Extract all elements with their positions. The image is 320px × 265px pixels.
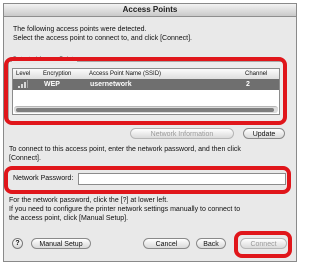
footer-line-2: If you need to configure the printer net… (9, 206, 241, 213)
footer-line-1: For the network password, click the [?] … (9, 197, 169, 204)
column-header-encryption[interactable]: Encryption (43, 70, 71, 78)
signal-bars-icon (18, 80, 28, 91)
intro-line-1: The following access points were detecte… (13, 26, 147, 33)
connect-button[interactable]: Connect (240, 238, 287, 249)
group-label: Detected Access Points (12, 57, 78, 64)
column-header-channel[interactable]: Channel (245, 70, 267, 78)
manual-setup-button[interactable]: Manual Setup (31, 238, 91, 249)
table-row[interactable]: WEP usernetwork 2 (13, 79, 279, 90)
cancel-button[interactable]: Cancel (143, 238, 190, 249)
password-instruction-line-2: [Connect]. (9, 155, 41, 162)
back-button[interactable]: Back (196, 238, 226, 249)
row-encryption: WEP (44, 81, 60, 88)
access-points-table[interactable]: Level Encryption Access Point Name (SSID… (12, 68, 280, 115)
row-channel: 2 (246, 81, 250, 88)
network-password-label: Network Password: (13, 175, 74, 182)
update-button[interactable]: Update (243, 128, 285, 139)
intro-line-2: Select the access point to connect to, a… (13, 35, 192, 42)
column-header-ssid[interactable]: Access Point Name (SSID) (89, 70, 161, 78)
help-button[interactable]: ? (12, 238, 23, 249)
window-title: Access Points (4, 4, 296, 17)
network-information-button[interactable]: Network Information (130, 128, 234, 139)
column-header-level[interactable]: Level (16, 70, 30, 78)
network-password-field[interactable] (78, 173, 286, 185)
password-instruction-line-1: To connect to this access point, enter t… (9, 146, 241, 153)
footer-line-3: the access point, click [Manual Setup]. (9, 215, 129, 222)
row-ssid: usernetwork (90, 81, 132, 88)
horizontal-scrollbar[interactable] (14, 106, 278, 113)
scrollbar-thumb[interactable] (16, 108, 274, 112)
